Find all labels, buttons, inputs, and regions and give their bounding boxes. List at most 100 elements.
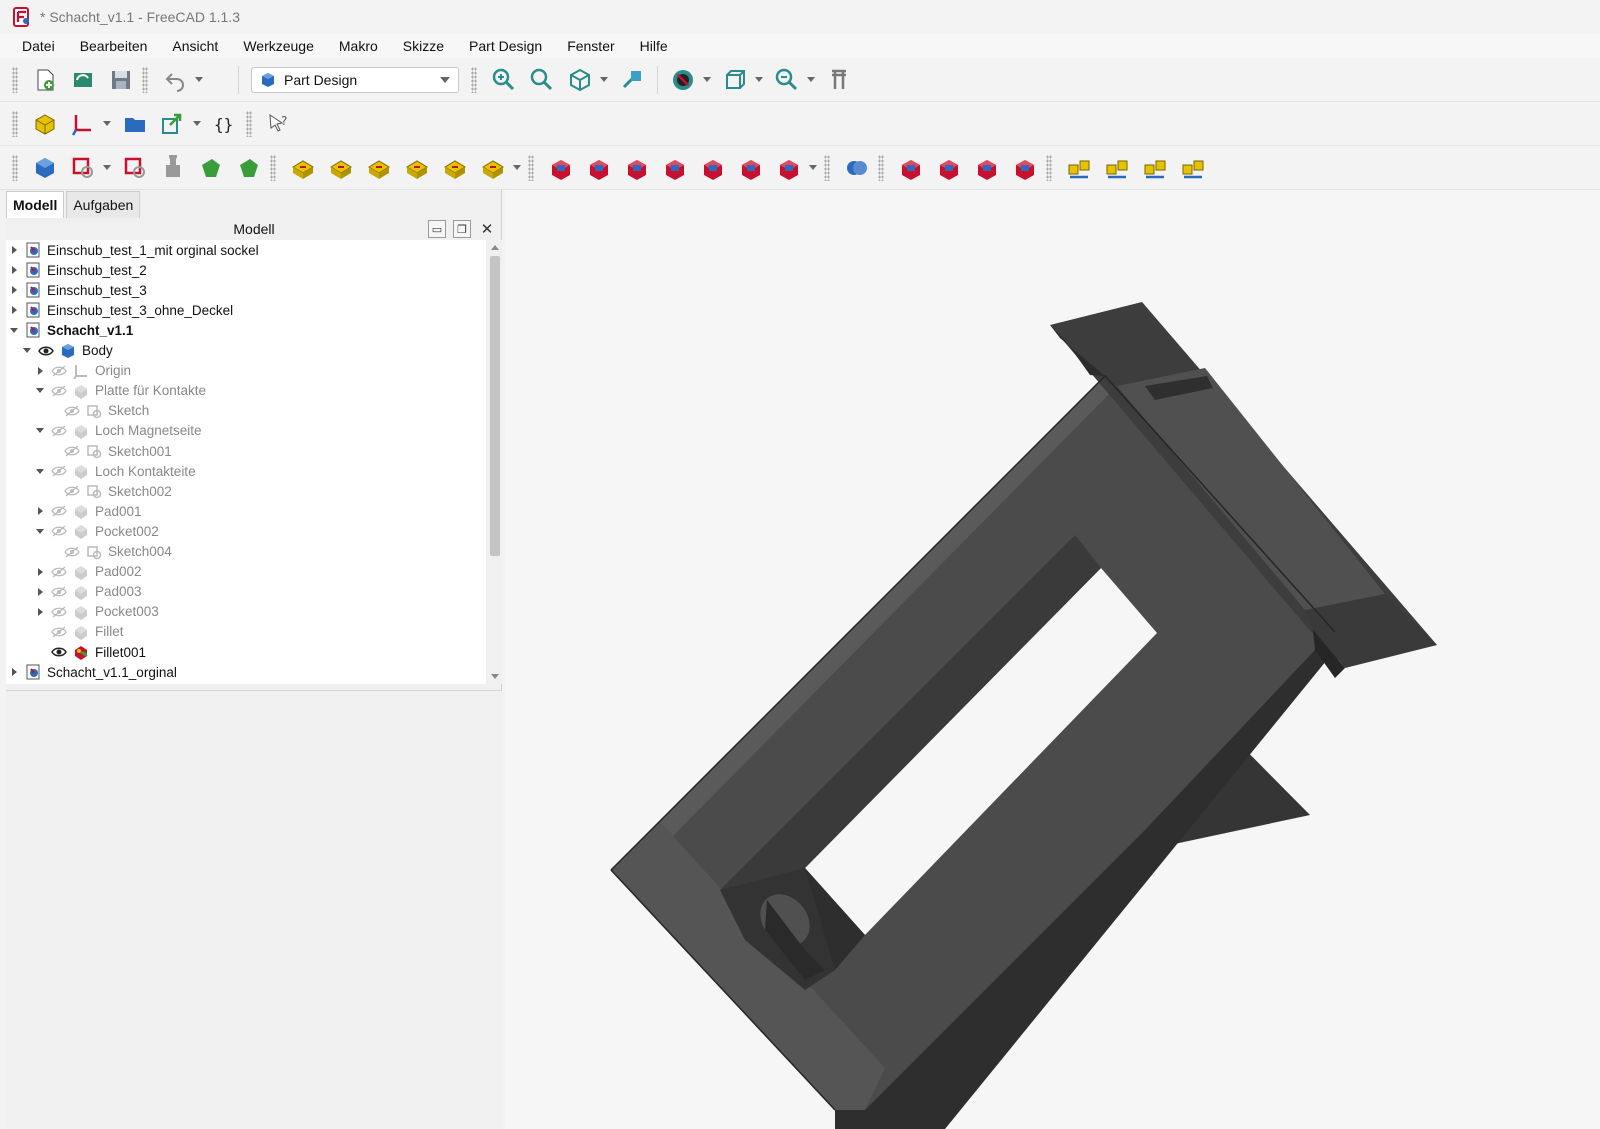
scroll-down-icon[interactable] <box>490 672 500 682</box>
view-dropdown-icon[interactable] <box>599 63 609 97</box>
eye-hidden-icon[interactable] <box>64 445 80 457</box>
workbench-selector[interactable]: Part Design <box>251 66 459 93</box>
pocket-icon[interactable] <box>544 151 578 185</box>
measure-icon[interactable] <box>822 63 856 97</box>
tab-aufgaben[interactable]: Aufgaben <box>66 191 141 218</box>
undo-dropdown-icon[interactable] <box>194 63 204 97</box>
group-icon[interactable] <box>118 107 152 141</box>
additive-primitive-dropdown-icon[interactable] <box>512 151 522 185</box>
new-document-icon[interactable] <box>28 63 62 97</box>
polar-pattern-icon[interactable] <box>1138 151 1172 185</box>
eye-hidden-icon[interactable] <box>51 385 67 397</box>
tree-item[interactable]: Pocket002 <box>35 521 159 541</box>
expand-right-icon[interactable] <box>9 667 19 677</box>
eye-hidden-icon[interactable] <box>51 365 67 377</box>
isometric-view-icon[interactable] <box>563 63 597 97</box>
subtractive-pipe-icon[interactable] <box>696 151 730 185</box>
loft-icon[interactable] <box>362 151 396 185</box>
subtractive-helix-icon[interactable] <box>734 151 768 185</box>
eye-hidden-icon[interactable] <box>64 546 80 558</box>
draw-style-dropdown-icon[interactable] <box>702 63 712 97</box>
tree-item[interactable]: Sketch004 <box>48 542 172 562</box>
eye-hidden-icon[interactable] <box>51 425 67 437</box>
expand-right-icon[interactable] <box>35 366 45 376</box>
eye-hidden-icon[interactable] <box>51 465 67 477</box>
sketch-dropdown-icon[interactable] <box>102 151 112 185</box>
expand-down-icon[interactable] <box>35 386 45 396</box>
tree-item[interactable]: Fillet <box>35 622 124 642</box>
subtractive-primitive-icon[interactable] <box>772 151 806 185</box>
scroll-up-icon[interactable] <box>490 242 500 252</box>
tree-item[interactable]: Sketch001 <box>48 441 172 461</box>
tree-item[interactable]: Sketch <box>48 401 149 421</box>
menu-item-makro[interactable]: Makro <box>331 38 386 54</box>
eye-hidden-icon[interactable] <box>51 626 67 638</box>
toolbar-grip[interactable] <box>12 154 18 181</box>
expand-down-icon[interactable] <box>35 426 45 436</box>
multitransform-icon[interactable] <box>1176 151 1210 185</box>
tree-item[interactable]: Pocket003 <box>35 602 159 622</box>
menu-item-ansicht[interactable]: Ansicht <box>164 38 226 54</box>
expand-right-icon[interactable] <box>9 285 19 295</box>
menu-item-part-design[interactable]: Part Design <box>461 38 550 54</box>
expand-right-icon[interactable] <box>35 587 45 597</box>
menu-item-bearbeiten[interactable]: Bearbeiten <box>72 38 156 54</box>
variable-set-icon[interactable]: {} <box>208 107 242 141</box>
toolbar-grip[interactable] <box>12 66 18 93</box>
subtractive-loft-icon[interactable] <box>658 151 692 185</box>
eye-hidden-icon[interactable] <box>51 505 67 517</box>
tree-item[interactable]: Pad003 <box>35 582 142 602</box>
toolbar-grip[interactable] <box>471 66 477 93</box>
toolbar-grip[interactable] <box>142 66 148 93</box>
toolbar-grip[interactable] <box>246 110 252 137</box>
close-icon[interactable]: ✕ <box>478 220 496 238</box>
clone-icon[interactable] <box>156 151 190 185</box>
draft-icon[interactable] <box>970 151 1004 185</box>
toolbar-grip[interactable] <box>12 110 18 137</box>
toolbar-grip[interactable] <box>1046 154 1052 181</box>
3d-viewport[interactable] <box>505 190 1600 1129</box>
zoom-dropdown-icon[interactable] <box>806 63 816 97</box>
menu-item-skizze[interactable]: Skizze <box>395 38 452 54</box>
menu-item-fenster[interactable]: Fenster <box>559 38 622 54</box>
menu-item-hilfe[interactable]: Hilfe <box>632 38 676 54</box>
tree-item[interactable]: Einschub_test_3_ohne_Deckel <box>9 300 233 320</box>
tree-item[interactable]: Loch Kontakteite <box>35 461 196 481</box>
boolean-icon[interactable] <box>840 151 874 185</box>
hole-icon[interactable] <box>582 151 616 185</box>
expand-right-icon[interactable] <box>35 607 45 617</box>
align-view-icon[interactable] <box>615 63 649 97</box>
collapse-icon[interactable]: ▭ <box>428 220 446 238</box>
expand-right-icon[interactable] <box>9 265 19 275</box>
zoom-icon[interactable] <box>770 63 804 97</box>
tree-item[interactable]: Body <box>22 341 113 361</box>
bounding-box-dropdown-icon[interactable] <box>754 63 764 97</box>
float-panel-icon[interactable]: ❐ <box>453 220 471 238</box>
additive-primitive-icon[interactable] <box>476 151 510 185</box>
tree-item[interactable]: Pad001 <box>35 501 142 521</box>
thickness-icon[interactable] <box>1008 151 1042 185</box>
tree-item[interactable]: Einschub_test_3 <box>9 280 147 300</box>
tab-modell[interactable]: Modell <box>6 191 65 218</box>
toolbar-grip[interactable] <box>878 154 884 181</box>
eye-hidden-icon[interactable] <box>51 566 67 578</box>
shape-binder-icon[interactable] <box>194 151 228 185</box>
open-document-icon[interactable] <box>66 63 100 97</box>
3d-model-render[interactable] <box>505 190 1600 1129</box>
mirrored-icon[interactable] <box>1062 151 1096 185</box>
fit-all-icon[interactable] <box>487 63 521 97</box>
eye-icon[interactable] <box>38 345 54 357</box>
expand-down-icon[interactable] <box>35 526 45 536</box>
eye-hidden-icon[interactable] <box>51 586 67 598</box>
groove-icon[interactable] <box>620 151 654 185</box>
expand-down-icon[interactable] <box>35 466 45 476</box>
tree-item[interactable]: Schacht_v1.1 <box>9 320 133 340</box>
tree-item[interactable]: Loch Magnetseite <box>35 421 202 441</box>
eye-hidden-icon[interactable] <box>51 606 67 618</box>
tree-item[interactable]: Origin <box>35 361 131 381</box>
tree-scrollbar[interactable] <box>488 240 502 684</box>
eye-icon[interactable] <box>51 646 67 658</box>
create-datum-icon[interactable] <box>66 107 100 141</box>
body-icon[interactable] <box>28 151 62 185</box>
expand-down-icon[interactable] <box>9 325 19 335</box>
